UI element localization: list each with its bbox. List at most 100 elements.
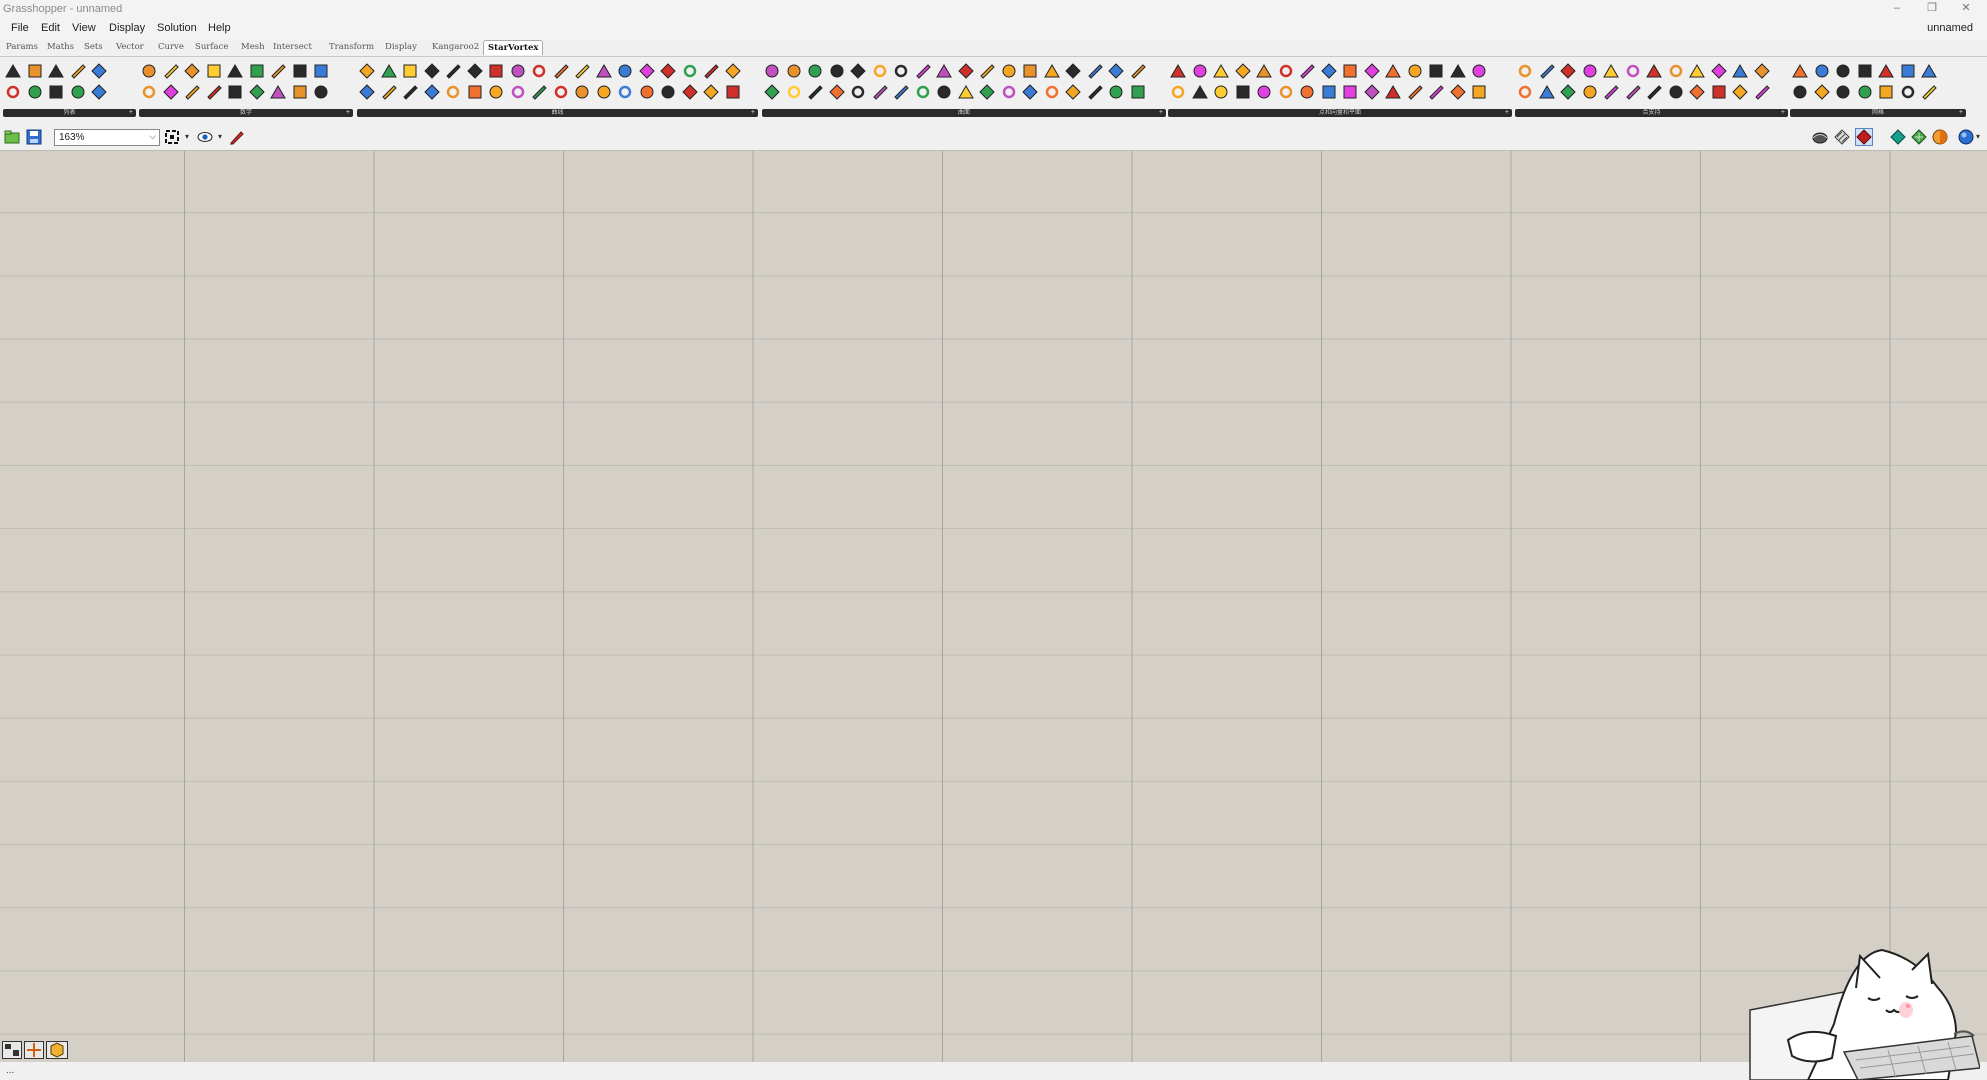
component-icon[interactable] bbox=[596, 84, 612, 100]
group-label[interactable]: 点和向量和平面 + bbox=[1168, 109, 1512, 117]
preview-render-icon[interactable] bbox=[1932, 129, 1948, 145]
component-icon[interactable] bbox=[1813, 84, 1830, 100]
component-icon[interactable] bbox=[1065, 63, 1081, 79]
group-label[interactable]: 合支持 + bbox=[1515, 109, 1788, 117]
save-icon[interactable] bbox=[26, 129, 42, 145]
component-icon[interactable] bbox=[27, 84, 43, 100]
widget-map-icon[interactable] bbox=[2, 1041, 22, 1059]
component-icon[interactable] bbox=[1900, 84, 1916, 100]
component-icon[interactable] bbox=[1065, 84, 1081, 100]
zoom-extents-icon[interactable] bbox=[164, 129, 180, 145]
tab-vector[interactable]: Vector bbox=[116, 42, 144, 52]
component-icon[interactable] bbox=[1921, 63, 1937, 79]
component-icon[interactable] bbox=[1560, 84, 1576, 100]
component-icon[interactable] bbox=[829, 63, 845, 79]
component-icon[interactable] bbox=[206, 63, 222, 79]
component-icon[interactable] bbox=[5, 84, 21, 100]
component-icon[interactable] bbox=[850, 84, 866, 100]
group-label[interactable]: 曲面 + bbox=[762, 109, 1166, 117]
component-icon[interactable] bbox=[979, 84, 995, 100]
component-icon[interactable] bbox=[957, 63, 974, 79]
component-icon[interactable] bbox=[1385, 63, 1401, 79]
component-icon[interactable] bbox=[1732, 84, 1748, 100]
chevron-down-icon[interactable]: ▾ bbox=[185, 132, 189, 141]
component-icon[interactable] bbox=[638, 63, 655, 79]
component-icon[interactable] bbox=[872, 63, 888, 79]
menu-view[interactable]: View bbox=[72, 22, 96, 34]
component-icon[interactable] bbox=[381, 84, 397, 100]
component-icon[interactable] bbox=[1471, 84, 1487, 100]
chevron-down-icon[interactable]: ⌵ bbox=[149, 131, 156, 142]
component-icon[interactable] bbox=[703, 84, 719, 100]
component-icon[interactable] bbox=[466, 63, 483, 79]
component-icon[interactable] bbox=[141, 84, 157, 100]
component-icon[interactable] bbox=[828, 84, 845, 100]
minimize-button[interactable]: – bbox=[1882, 0, 1912, 16]
component-icon[interactable] bbox=[574, 84, 590, 100]
group-label[interactable]: 曲线 + bbox=[357, 109, 758, 117]
component-icon[interactable] bbox=[807, 84, 823, 100]
component-icon[interactable] bbox=[724, 63, 741, 79]
component-icon[interactable] bbox=[488, 84, 504, 100]
component-icon[interactable] bbox=[807, 63, 823, 79]
component-icon[interactable] bbox=[1449, 63, 1466, 79]
component-icon[interactable] bbox=[1538, 84, 1555, 100]
component-icon[interactable] bbox=[1320, 63, 1337, 79]
component-icon[interactable] bbox=[1385, 84, 1401, 100]
component-icon[interactable] bbox=[1428, 84, 1444, 100]
menu-solution[interactable]: Solution bbox=[157, 22, 197, 34]
menu-help[interactable]: Help bbox=[208, 22, 231, 34]
component-icon[interactable] bbox=[936, 84, 952, 100]
component-icon[interactable] bbox=[70, 63, 86, 79]
component-icon[interactable] bbox=[423, 84, 440, 100]
component-icon[interactable] bbox=[1539, 63, 1555, 79]
component-icon[interactable] bbox=[1668, 84, 1684, 100]
component-icon[interactable] bbox=[979, 63, 995, 79]
component-icon[interactable] bbox=[1043, 63, 1060, 79]
component-icon[interactable] bbox=[1471, 63, 1487, 79]
component-icon[interactable] bbox=[227, 63, 243, 79]
component-icon[interactable] bbox=[313, 63, 329, 79]
component-icon[interactable] bbox=[510, 84, 526, 100]
component-icon[interactable] bbox=[1560, 63, 1576, 79]
component-icon[interactable] bbox=[1130, 84, 1146, 100]
component-icon[interactable] bbox=[1407, 84, 1423, 100]
component-icon[interactable] bbox=[893, 63, 909, 79]
grasshopper-canvas[interactable] bbox=[0, 150, 1987, 1062]
tab-starvortex[interactable]: StarVortex bbox=[483, 40, 544, 55]
expand-icon[interactable]: + bbox=[1959, 109, 1963, 117]
component-icon[interactable] bbox=[1689, 84, 1705, 100]
widget-align-icon[interactable] bbox=[24, 1041, 44, 1059]
menu-edit[interactable]: Edit bbox=[41, 22, 60, 34]
component-icon[interactable] bbox=[48, 63, 64, 79]
component-icon[interactable] bbox=[292, 84, 308, 100]
component-icon[interactable] bbox=[1857, 84, 1873, 100]
sphere-icon[interactable] bbox=[1958, 129, 1974, 145]
component-icon[interactable] bbox=[162, 84, 179, 100]
component-icon[interactable] bbox=[1792, 63, 1808, 79]
component-icon[interactable] bbox=[1625, 63, 1641, 79]
component-icon[interactable] bbox=[163, 63, 179, 79]
component-icon[interactable] bbox=[1900, 63, 1916, 79]
expand-icon[interactable]: + bbox=[1159, 109, 1163, 117]
component-icon[interactable] bbox=[292, 63, 308, 79]
component-icon[interactable] bbox=[786, 63, 802, 79]
tab-surface[interactable]: Surface bbox=[195, 42, 228, 52]
component-icon[interactable] bbox=[1754, 84, 1770, 100]
component-icon[interactable] bbox=[617, 63, 633, 79]
component-icon[interactable] bbox=[1711, 84, 1727, 100]
component-icon[interactable] bbox=[1213, 63, 1229, 79]
chevron-down-icon[interactable]: ▾ bbox=[1976, 132, 1980, 141]
component-icon[interactable] bbox=[249, 63, 265, 79]
component-icon[interactable] bbox=[1170, 63, 1186, 79]
component-icon[interactable] bbox=[1022, 63, 1038, 79]
component-icon[interactable] bbox=[1192, 63, 1208, 79]
component-icon[interactable] bbox=[725, 84, 741, 100]
component-icon[interactable] bbox=[764, 84, 780, 100]
component-icon[interactable] bbox=[1235, 84, 1251, 100]
component-icon[interactable] bbox=[1835, 84, 1851, 100]
component-icon[interactable] bbox=[682, 63, 698, 79]
group-label[interactable]: 列表 + bbox=[3, 109, 136, 117]
component-icon[interactable] bbox=[553, 63, 569, 79]
tab-display[interactable]: Display bbox=[385, 42, 417, 52]
